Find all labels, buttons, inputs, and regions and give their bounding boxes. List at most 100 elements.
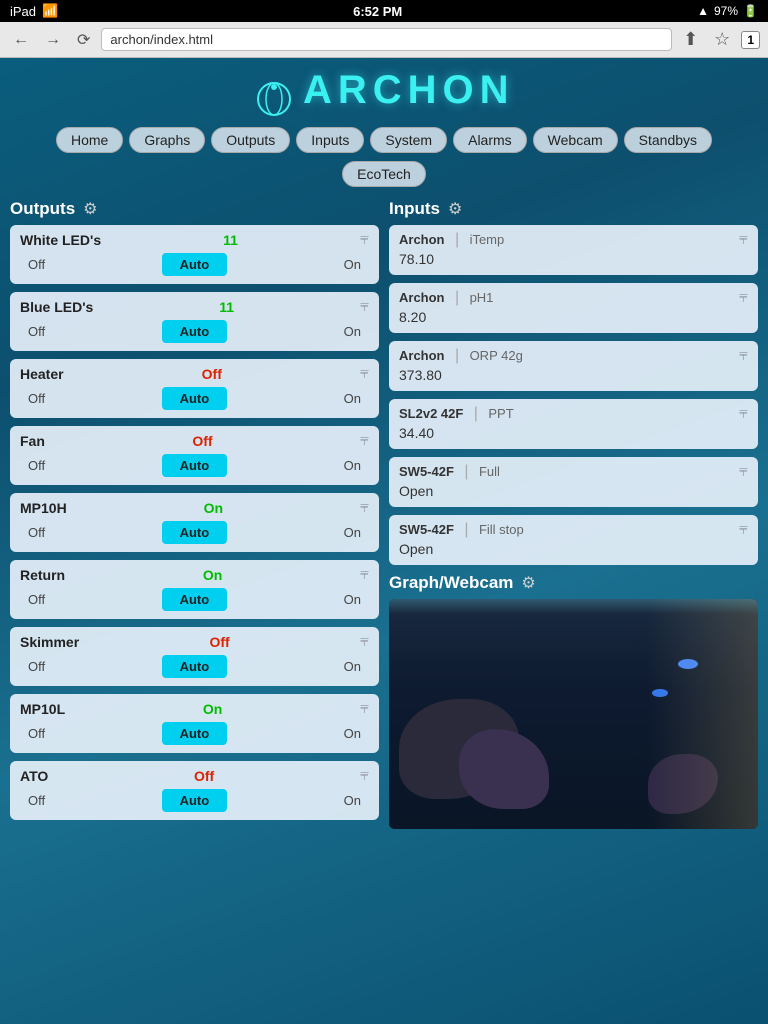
off-btn-white-leds[interactable]: Off [20, 254, 53, 275]
filter-icon-heater[interactable]: ⫧ [360, 365, 369, 383]
inputs-header: Inputs ⚙ [389, 199, 758, 219]
nav-graphs[interactable]: Graphs [129, 127, 205, 153]
input-value-sw5-full: Open [399, 483, 748, 499]
auto-btn-return[interactable]: Auto [162, 588, 228, 611]
filter-icon-itemp[interactable]: ⫧ [739, 231, 748, 249]
output-status-heater: Off [202, 366, 222, 382]
input-source-sw5-fillstop: SW5-42F [399, 522, 454, 537]
on-btn-white-leds[interactable]: On [336, 254, 369, 275]
filter-icon-return[interactable]: ⫧ [360, 566, 369, 584]
forward-button[interactable]: → [40, 29, 66, 51]
logo-area: ARCHON [10, 58, 758, 127]
input-name-itemp: iTemp [470, 232, 505, 247]
filter-icon-blue-leds[interactable]: ⫧ [360, 298, 369, 316]
filter-icon-sw5-fillstop[interactable]: ⫧ [739, 521, 748, 539]
input-source-ph1: Archon [399, 290, 445, 305]
browser-bar: ← → ⟳ ⬆ ☆ 1 [0, 22, 768, 58]
back-button[interactable]: ← [8, 29, 34, 51]
input-value-orp: 373.80 [399, 367, 748, 383]
filter-icon-skimmer[interactable]: ⫧ [360, 633, 369, 651]
output-mp10l: MP10L On ⫧ Off Auto On [10, 694, 379, 753]
graph-gear-icon[interactable]: ⚙ [521, 573, 535, 593]
logo-text: ARCHON [303, 68, 515, 112]
outputs-gear-icon[interactable]: ⚙ [83, 199, 97, 219]
glass-panel [647, 599, 758, 829]
nav-inputs[interactable]: Inputs [296, 127, 364, 153]
input-value-sw5-fillstop: Open [399, 541, 748, 557]
off-btn-return[interactable]: Off [20, 589, 53, 610]
nav-alarms[interactable]: Alarms [453, 127, 527, 153]
output-blue-leds: Blue LED's 11 ⫧ Off Auto On [10, 292, 379, 351]
on-btn-fan[interactable]: On [336, 455, 369, 476]
filter-icon-sw5-full[interactable]: ⫧ [739, 463, 748, 481]
input-value-itemp: 78.10 [399, 251, 748, 267]
output-white-leds: White LED's 11 ⫧ Off Auto On [10, 225, 379, 284]
auto-btn-ato[interactable]: Auto [162, 789, 228, 812]
input-sl2v2: SL2v2 42F | PPT ⫧ 34.40 [389, 399, 758, 449]
on-btn-mp10h[interactable]: On [336, 522, 369, 543]
inputs-section: Inputs ⚙ Archon | iTemp ⫧ 78.10 [389, 199, 758, 565]
input-sw5-fillstop: SW5-42F | Fill stop ⫧ Open [389, 515, 758, 565]
filter-icon-fan[interactable]: ⫧ [360, 432, 369, 450]
status-time: 6:52 PM [353, 4, 402, 19]
auto-btn-mp10h[interactable]: Auto [162, 521, 228, 544]
off-btn-ato[interactable]: Off [20, 790, 53, 811]
nav-system[interactable]: System [370, 127, 447, 153]
auto-btn-skimmer[interactable]: Auto [162, 655, 228, 678]
on-btn-mp10l[interactable]: On [336, 723, 369, 744]
status-bar: iPad 📶 6:52 PM ▲ 97% 🔋 [0, 0, 768, 22]
inputs-gear-icon[interactable]: ⚙ [448, 199, 462, 219]
nav-standbys[interactable]: Standbys [624, 127, 712, 153]
output-status-ato: Off [194, 768, 214, 784]
off-btn-fan[interactable]: Off [20, 455, 53, 476]
filter-icon-white-leds[interactable]: ⫧ [360, 231, 369, 249]
off-btn-skimmer[interactable]: Off [20, 656, 53, 677]
outputs-header: Outputs ⚙ [10, 199, 379, 219]
filter-icon-orp[interactable]: ⫧ [739, 347, 748, 365]
logo-icon [254, 79, 294, 119]
off-btn-blue-leds[interactable]: Off [20, 321, 53, 342]
outputs-title: Outputs [10, 199, 75, 219]
on-btn-ato[interactable]: On [336, 790, 369, 811]
output-status-fan: Off [192, 433, 212, 449]
address-bar[interactable] [101, 28, 672, 51]
auto-btn-mp10l[interactable]: Auto [162, 722, 228, 745]
nav-webcam[interactable]: Webcam [533, 127, 618, 153]
output-status-blue-leds: 11 [219, 299, 234, 315]
tab-count[interactable]: 1 [741, 31, 760, 49]
off-btn-heater[interactable]: Off [20, 388, 53, 409]
share-button[interactable]: ⬆ [678, 27, 703, 52]
filter-icon-mp10h[interactable]: ⫧ [360, 499, 369, 517]
input-name-sl2v2: PPT [488, 406, 513, 421]
auto-btn-fan[interactable]: Auto [162, 454, 228, 477]
input-source-itemp: Archon [399, 232, 445, 247]
on-btn-blue-leds[interactable]: On [336, 321, 369, 342]
nav-ecotech[interactable]: EcoTech [342, 161, 426, 187]
inputs-title: Inputs [389, 199, 440, 219]
input-sw5-full: SW5-42F | Full ⫧ Open [389, 457, 758, 507]
output-status-mp10l: On [203, 701, 222, 717]
output-heater: Heater Off ⫧ Off Auto On [10, 359, 379, 418]
off-btn-mp10l[interactable]: Off [20, 723, 53, 744]
filter-icon-ph1[interactable]: ⫧ [739, 289, 748, 307]
filter-icon-ato[interactable]: ⫧ [360, 767, 369, 785]
rock-2 [459, 729, 549, 809]
on-btn-skimmer[interactable]: On [336, 656, 369, 677]
on-btn-return[interactable]: On [336, 589, 369, 610]
nav-outputs[interactable]: Outputs [211, 127, 290, 153]
auto-btn-heater[interactable]: Auto [162, 387, 228, 410]
auto-btn-blue-leds[interactable]: Auto [162, 320, 228, 343]
filter-icon-sl2v2[interactable]: ⫧ [739, 405, 748, 423]
filter-icon-mp10l[interactable]: ⫧ [360, 700, 369, 718]
output-name-heater: Heater [20, 366, 64, 382]
on-btn-heater[interactable]: On [336, 388, 369, 409]
bookmark-button[interactable]: ☆ [709, 27, 735, 52]
input-ph1: Archon | pH1 ⫧ 8.20 [389, 283, 758, 333]
ipad-label: iPad [10, 4, 36, 19]
refresh-button[interactable]: ⟳ [72, 28, 95, 52]
page-content: ARCHON Home Graphs Outputs Inputs System… [0, 58, 768, 849]
auto-btn-white-leds[interactable]: Auto [162, 253, 228, 276]
nav-home[interactable]: Home [56, 127, 123, 153]
input-name-orp: ORP 42g [470, 348, 523, 363]
off-btn-mp10h[interactable]: Off [20, 522, 53, 543]
